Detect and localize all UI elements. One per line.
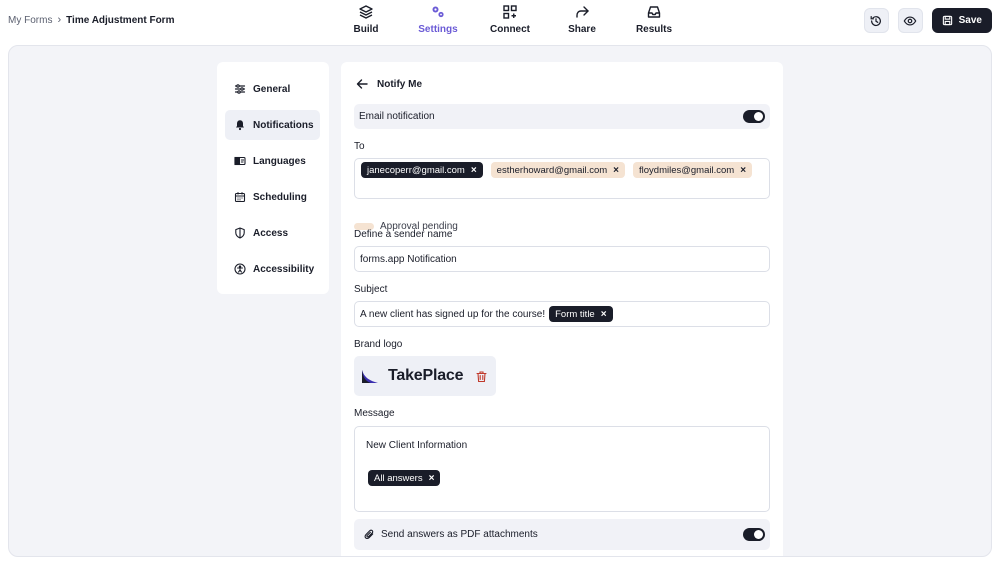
pdf-attachments-row: Send answers as PDF attachments bbox=[354, 519, 770, 550]
message-editor[interactable]: New Client Information All answers × bbox=[354, 426, 770, 512]
nav-results[interactable]: Results bbox=[618, 4, 690, 35]
main-nav: Build Settings Connect Share Results bbox=[330, 4, 690, 35]
recipient-chip: janecoperr@gmail.com × bbox=[361, 162, 483, 178]
nav-results-label: Results bbox=[635, 24, 673, 35]
menu-item-access[interactable]: Access bbox=[225, 218, 320, 248]
remove-recipient-icon[interactable]: × bbox=[613, 165, 619, 176]
recipient-chips: janecoperr@gmail.com × estherhoward@gmai… bbox=[361, 162, 753, 178]
email-notification-label: Email notification bbox=[359, 111, 435, 122]
history-icon bbox=[870, 15, 882, 26]
breadcrumb-separator: › bbox=[57, 14, 62, 26]
nav-settings[interactable]: Settings bbox=[402, 4, 474, 35]
menu-item-general-label: General bbox=[253, 83, 291, 95]
recipient-email: estherhoward@gmail.com bbox=[496, 164, 608, 176]
remove-tag-icon[interactable]: × bbox=[429, 473, 435, 484]
notify-me-panel: Notify Me Email notification To janecope… bbox=[341, 62, 783, 556]
nav-build[interactable]: Build bbox=[330, 4, 402, 35]
settings-menu: General Notifications Languages Scheduli… bbox=[217, 62, 329, 294]
sender-name-label: Define a sender name bbox=[354, 229, 453, 240]
menu-item-languages-label: Languages bbox=[253, 155, 306, 167]
back-arrow-icon[interactable] bbox=[355, 77, 369, 91]
preview-button[interactable] bbox=[897, 8, 923, 33]
history-button[interactable] bbox=[863, 8, 889, 33]
remove-recipient-icon[interactable]: × bbox=[740, 165, 746, 176]
form-title-tag: Form title × bbox=[549, 306, 613, 322]
subject-text: A new client has signed up for the cours… bbox=[360, 308, 546, 320]
all-answers-tag: All answers × bbox=[368, 470, 441, 486]
email-notification-toggle[interactable] bbox=[743, 110, 765, 123]
brand-logo-label: Brand logo bbox=[354, 339, 403, 350]
nav-share[interactable]: Share bbox=[546, 4, 618, 35]
language-icon bbox=[234, 156, 246, 166]
takeplace-logo-icon bbox=[362, 370, 378, 383]
inbox-icon bbox=[647, 6, 661, 18]
panel-title: Notify Me bbox=[377, 78, 422, 90]
workspace: General Notifications Languages Scheduli… bbox=[8, 45, 992, 557]
connect-grid-icon bbox=[503, 5, 517, 19]
to-label: To bbox=[354, 141, 365, 152]
sender-name-value: forms.app Notification bbox=[360, 254, 457, 265]
layers-icon bbox=[359, 5, 373, 19]
to-recipients-field[interactable]: janecoperr@gmail.com × estherhoward@gmai… bbox=[354, 158, 770, 199]
subject-label: Subject bbox=[354, 284, 388, 295]
menu-item-scheduling-label: Scheduling bbox=[253, 191, 307, 203]
save-disk-icon bbox=[942, 15, 952, 26]
remove-tag-icon[interactable]: × bbox=[601, 309, 607, 320]
nav-connect[interactable]: Connect bbox=[474, 4, 546, 35]
menu-item-access-label: Access bbox=[253, 227, 289, 239]
panel-header: Notify Me bbox=[355, 77, 422, 91]
save-button[interactable]: Save bbox=[931, 8, 992, 33]
recipient-chip: floydmiles@gmail.com × bbox=[633, 162, 753, 178]
save-button-label: Save bbox=[958, 15, 982, 26]
brand-logo-preview: TakePlace bbox=[354, 356, 496, 396]
shield-icon bbox=[235, 227, 245, 239]
bell-icon bbox=[236, 120, 244, 131]
breadcrumb-my-forms[interactable]: My Forms bbox=[8, 15, 52, 26]
menu-item-languages[interactable]: Languages bbox=[225, 146, 320, 176]
calendar-icon bbox=[234, 192, 246, 203]
pdf-attachments-label: Send answers as PDF attachments bbox=[381, 529, 538, 540]
form-title-tag-label: Form title bbox=[555, 308, 595, 320]
trash-icon[interactable] bbox=[475, 370, 488, 383]
remove-recipient-icon[interactable]: × bbox=[471, 165, 477, 176]
eye-icon bbox=[903, 15, 917, 26]
menu-item-notifications-label: Notifications bbox=[253, 119, 314, 131]
nav-settings-label: Settings bbox=[418, 24, 458, 35]
breadcrumb: My Forms › Time Adjustment Form bbox=[8, 14, 174, 26]
subject-input[interactable]: A new client has signed up for the cours… bbox=[354, 301, 770, 327]
sender-name-input[interactable]: forms.app Notification bbox=[354, 246, 770, 272]
recipient-chip: estherhoward@gmail.com × bbox=[490, 162, 626, 178]
nav-share-label: Share bbox=[568, 24, 596, 35]
brand-logo-name: TakePlace bbox=[388, 367, 464, 384]
nav-connect-label: Connect bbox=[490, 24, 530, 35]
gears-icon bbox=[432, 6, 444, 18]
message-text: New Client Information bbox=[366, 440, 468, 451]
menu-item-accessibility-label: Accessibility bbox=[253, 263, 315, 275]
menu-item-scheduling[interactable]: Scheduling bbox=[225, 182, 320, 212]
sliders-icon bbox=[234, 84, 246, 94]
recipient-email: floydmiles@gmail.com bbox=[639, 164, 735, 176]
pdf-attachments-content: Send answers as PDF attachments bbox=[359, 529, 538, 540]
all-answers-tag-label: All answers bbox=[374, 472, 423, 484]
pdf-attachments-toggle[interactable] bbox=[743, 528, 765, 541]
message-label: Message bbox=[354, 408, 395, 419]
menu-item-accessibility[interactable]: Accessibility bbox=[225, 254, 320, 284]
breadcrumb-current-form: Time Adjustment Form bbox=[66, 14, 175, 26]
recipient-email: janecoperr@gmail.com bbox=[367, 164, 465, 176]
nav-build-label: Build bbox=[353, 24, 379, 35]
accessibility-icon bbox=[234, 263, 246, 275]
subject-content: A new client has signed up for the cours… bbox=[360, 306, 613, 322]
menu-item-notifications[interactable]: Notifications bbox=[225, 110, 320, 140]
paperclip-icon bbox=[364, 529, 374, 540]
top-bar: My Forms › Time Adjustment Form Build Se… bbox=[0, 0, 1000, 44]
email-notification-row: Email notification bbox=[354, 104, 770, 129]
menu-item-general[interactable]: General bbox=[225, 74, 320, 104]
top-actions: Save bbox=[863, 8, 992, 33]
share-arrow-icon bbox=[576, 6, 589, 18]
